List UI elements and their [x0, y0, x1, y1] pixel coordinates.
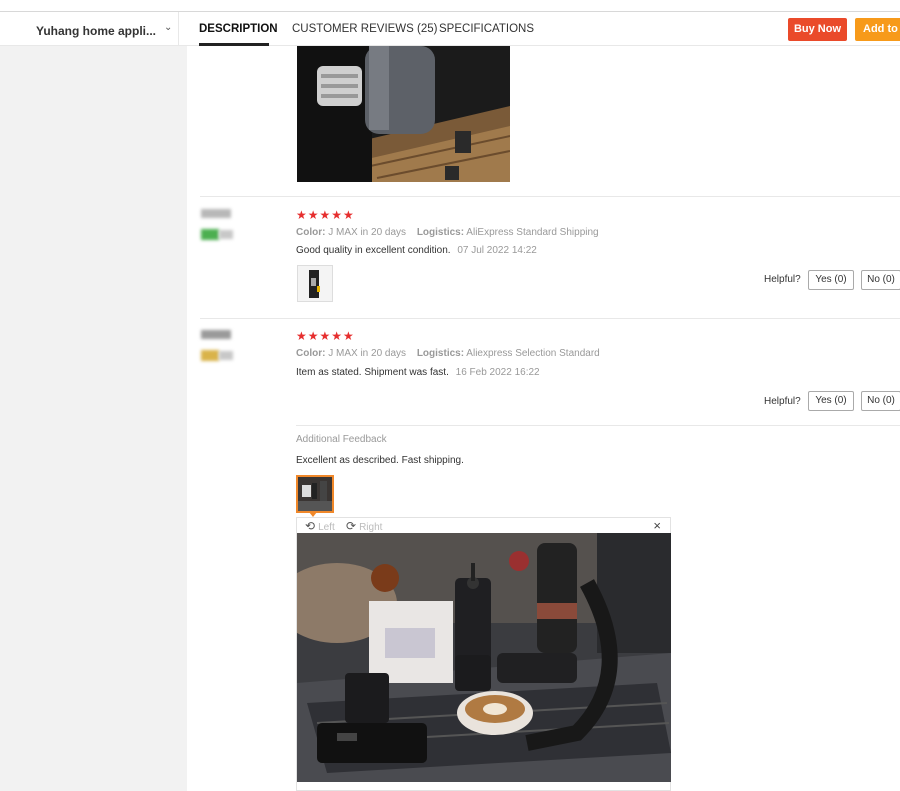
- page: Yuhang home appli... ⌄ DESCRIPTION CUSTO…: [0, 0, 900, 791]
- review-body: Item as stated. Shipment was fast.: [296, 367, 449, 378]
- additional-feedback-divider: [296, 425, 900, 426]
- color-value: J MAX in 20 days: [328, 227, 407, 238]
- country-code-blurred: [219, 230, 233, 239]
- rotate-right-icon: ⟳: [346, 519, 357, 533]
- review-divider: [200, 196, 900, 197]
- country-flag: [201, 350, 219, 361]
- review-body: Good quality in excellent condition.: [296, 245, 451, 256]
- tab-description[interactable]: DESCRIPTION: [199, 23, 278, 35]
- logistics-value: Aliexpress Selection Standard: [466, 348, 600, 359]
- helpful-no-button[interactable]: No (0): [861, 391, 900, 411]
- rotate-right-label: Right: [359, 522, 383, 533]
- additional-feedback-text: Excellent as described. Fast shipping.: [296, 455, 464, 466]
- helpful-label: Helpful?: [764, 274, 801, 285]
- review-date: 07 Jul 2022 14:22: [457, 245, 537, 256]
- rotate-left-label: Left: [318, 522, 335, 533]
- review-divider: [200, 318, 900, 319]
- review-text: Item as stated. Shipment was fast. 16 Fe…: [296, 367, 540, 378]
- review-photo-thumbnail[interactable]: [297, 265, 333, 302]
- tab-customer-reviews[interactable]: CUSTOMER REVIEWS (25): [292, 23, 437, 35]
- country-flag: [201, 229, 219, 240]
- rotate-left-icon: ⟲: [305, 519, 316, 533]
- helpful-no-button[interactable]: No (0): [861, 270, 900, 290]
- product-tab-bar: Yuhang home appli... ⌄ DESCRIPTION CUSTO…: [0, 12, 900, 46]
- color-label: Color:: [296, 227, 326, 238]
- buy-now-button[interactable]: Buy Now: [788, 18, 847, 41]
- country-code-blurred: [219, 351, 233, 360]
- add-to-cart-button[interactable]: Add to C: [855, 18, 900, 41]
- rotate-right-button[interactable]: ⟳ Right: [346, 519, 382, 533]
- store-selector[interactable]: Yuhang home appli... ⌄: [0, 12, 179, 46]
- review-meta: Color: J MAX in 20 days Logistics: Aliex…: [296, 348, 600, 359]
- chevron-down-icon: ⌄: [164, 22, 173, 33]
- enlarged-review-photo: [297, 533, 671, 782]
- review-text: Good quality in excellent condition. 07 …: [296, 245, 537, 256]
- tab-specifications[interactable]: SPECIFICATIONS: [439, 23, 534, 35]
- active-tab-indicator: [199, 43, 269, 46]
- reviewer-name-blurred: [201, 209, 231, 218]
- color-value: J MAX in 20 days: [328, 348, 407, 359]
- image-viewer-toolbar: ⟲ Left ⟳ Right ×: [297, 518, 670, 534]
- logistics-label: Logistics:: [416, 227, 465, 238]
- rating-stars: ★★★★★: [296, 329, 355, 343]
- close-icon[interactable]: ×: [653, 518, 661, 533]
- left-sidebar: [0, 46, 187, 791]
- review-meta: Color: J MAX in 20 days Logistics: AliEx…: [296, 227, 599, 238]
- logistics-label: Logistics:: [416, 348, 465, 359]
- rotate-left-button[interactable]: ⟲ Left: [305, 519, 335, 533]
- review-date: 16 Feb 2022 16:22: [455, 367, 540, 378]
- review-photo-grinder[interactable]: [297, 46, 510, 182]
- rating-stars: ★★★★★: [296, 208, 355, 222]
- additional-feedback-title: Additional Feedback: [296, 434, 387, 445]
- color-label: Color:: [296, 348, 326, 359]
- helpful-yes-button[interactable]: Yes (0): [808, 391, 854, 411]
- helpful-yes-button[interactable]: Yes (0): [808, 270, 854, 290]
- additional-feedback-thumbnail[interactable]: [296, 475, 334, 513]
- image-viewer: ⟲ Left ⟳ Right ×: [296, 517, 671, 791]
- reviewer-name-blurred: [201, 330, 231, 339]
- helpful-label: Helpful?: [764, 396, 801, 407]
- logistics-value: AliExpress Standard Shipping: [466, 227, 599, 238]
- store-name: Yuhang home appli...: [36, 24, 157, 38]
